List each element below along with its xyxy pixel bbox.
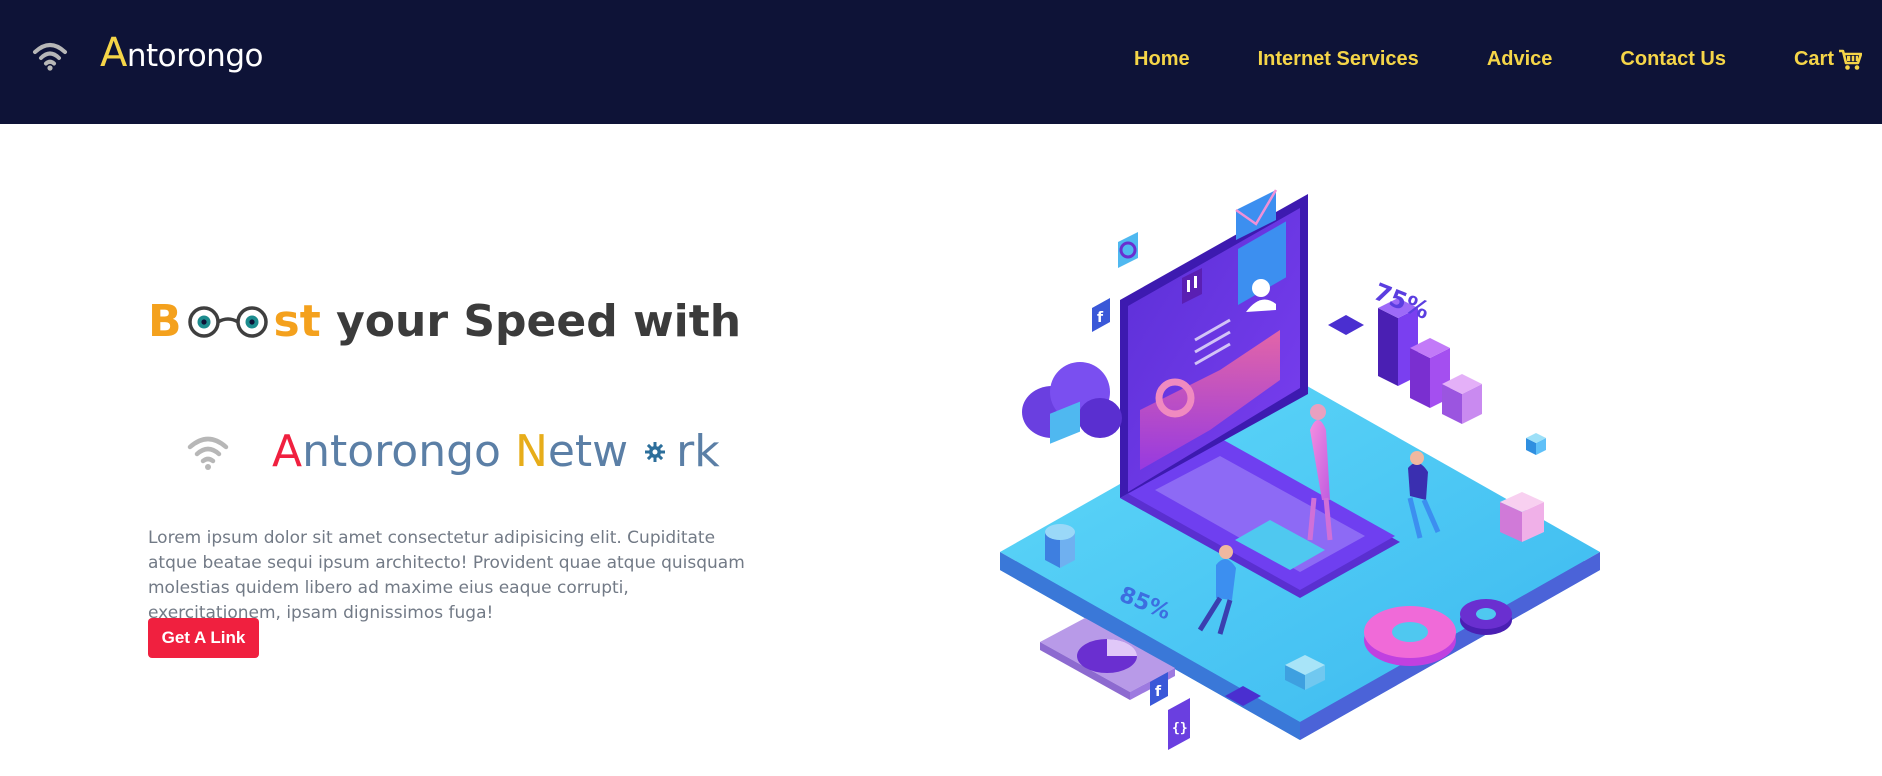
cloud-storage bbox=[1022, 362, 1122, 444]
nav-cart-label: Cart bbox=[1793, 48, 1834, 70]
headline-rest: your Speed with bbox=[320, 296, 742, 347]
nav-contact-us[interactable]: Contact Us bbox=[1620, 48, 1726, 71]
bar-blocks bbox=[1378, 298, 1482, 424]
network-a: A bbox=[272, 426, 303, 477]
hero-description: Lorem ipsum dolor sit amet consectetur a… bbox=[148, 528, 745, 623]
network-title: A ntorongo N etw rk bbox=[272, 426, 720, 477]
cart-icon bbox=[1839, 49, 1862, 70]
nav-home[interactable]: Home bbox=[1134, 48, 1190, 71]
isometric-laptop-illustration: 75% 85% f f {} bbox=[1000, 189, 1600, 750]
network-ntorongo: ntorongo bbox=[302, 426, 515, 477]
navbar: Antorongo Home Internet Services Advice … bbox=[0, 0, 1882, 124]
gear-icon bbox=[645, 441, 666, 462]
nav-internet-services[interactable]: Internet Services bbox=[1258, 48, 1419, 71]
svg-text:f: f bbox=[1097, 310, 1104, 326]
nav-cart[interactable]: Cart bbox=[1794, 48, 1862, 71]
network-rk: rk bbox=[676, 426, 720, 477]
main-nav: Home Internet Services Advice Contact Us… bbox=[1066, 48, 1862, 71]
nav-advice[interactable]: Advice bbox=[1487, 48, 1553, 71]
brand-logo[interactable]: Antorongo bbox=[100, 30, 263, 76]
svg-text:{}: {} bbox=[1172, 721, 1188, 736]
goggles-icon bbox=[187, 305, 268, 338]
wifi-icon bbox=[33, 43, 67, 71]
headline-b: B bbox=[148, 296, 182, 347]
brand-initial: A bbox=[100, 30, 127, 76]
hero-headline: B st your Speed with bbox=[148, 296, 741, 347]
network-n: N bbox=[514, 426, 548, 477]
wifi-icon bbox=[187, 436, 229, 470]
svg-text:f: f bbox=[1155, 684, 1162, 700]
brand-name: ntorongo bbox=[126, 38, 264, 74]
headline-st: st bbox=[273, 296, 321, 347]
network-etw: etw bbox=[547, 426, 629, 477]
network-title-row: A ntorongo N etw rk bbox=[186, 426, 720, 477]
get-a-link-button[interactable]: Get A Link bbox=[148, 618, 259, 658]
